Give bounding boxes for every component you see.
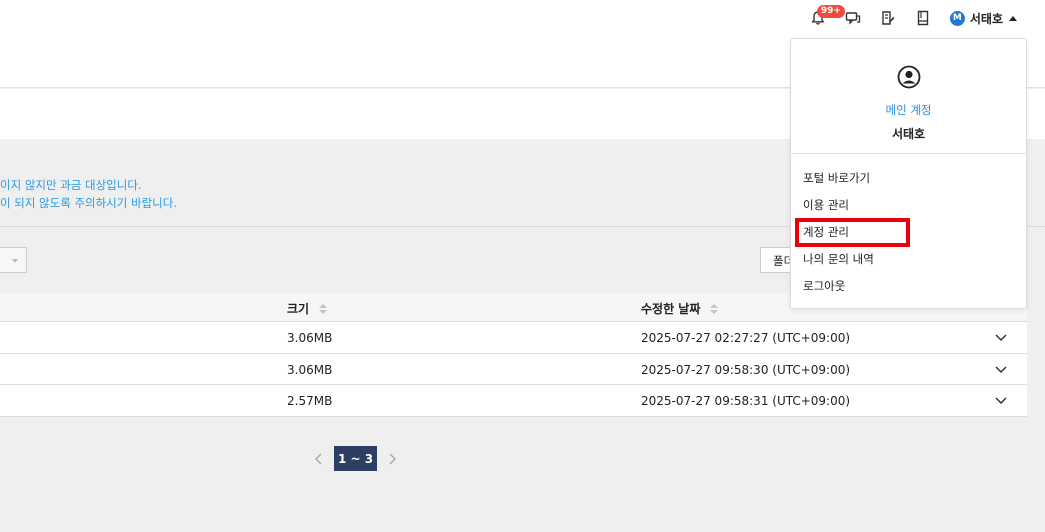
chevron-down-icon[interactable] xyxy=(995,395,1007,405)
header-actions: 99+ M 서태호 xyxy=(792,5,1017,28)
notice-line-1: 이지 않지만 과금 대상입니다. xyxy=(0,178,142,192)
chevron-down-icon[interactable] xyxy=(995,364,1007,374)
current-page[interactable]: 1 ~ 3 xyxy=(334,446,378,471)
table-row[interactable]: 2.57MB 2025-07-27 09:58:31 (UTC+09:00) xyxy=(0,385,1027,417)
row-size: 2.57MB xyxy=(287,394,333,408)
filter-select[interactable] xyxy=(0,247,27,273)
row-size: 3.06MB xyxy=(287,331,333,345)
user-dropdown: 메인 계정 서태호 포털 바로가기 이용 관리 계정 관리 나의 문의 내역 로… xyxy=(790,38,1027,309)
chevron-down-icon xyxy=(12,259,18,263)
sort-icon xyxy=(319,303,328,314)
column-modified[interactable]: 수정한 날짜 xyxy=(641,300,719,317)
user-circle-icon xyxy=(897,65,921,89)
table-row[interactable]: 3.06MB 2025-07-27 09:58:30 (UTC+09:00) xyxy=(0,353,1027,385)
row-size: 3.06MB xyxy=(287,362,333,377)
memo-icon[interactable] xyxy=(879,9,897,27)
user-menu-toggle[interactable]: M 서태호 xyxy=(949,10,1017,27)
menu-item-portal[interactable]: 포털 바로가기 xyxy=(803,170,870,186)
highlight-box xyxy=(795,218,910,247)
user-name: 서태호 xyxy=(969,11,1003,26)
file-table: 크기 수정한 날짜 3.06MB 2025-07-27 02:27:27 (UT… xyxy=(0,293,1027,417)
row-modified: 2025-07-27 02:27:27 (UTC+09:00) xyxy=(641,331,851,345)
user-profile-summary: 메인 계정 서태호 xyxy=(791,39,1026,154)
notice-line-2: 이 되지 않도록 주의하시기 바랍니다. xyxy=(0,196,177,210)
chevron-right-icon[interactable] xyxy=(385,452,399,466)
bell-icon[interactable]: 99+ xyxy=(809,5,845,27)
account-role: 메인 계정 xyxy=(885,103,932,117)
book-icon[interactable] xyxy=(914,9,932,27)
row-modified: 2025-07-27 09:58:31 (UTC+09:00) xyxy=(641,394,851,408)
billing-notice: 이지 않지만 과금 대상입니다. 이 되지 않도록 주의하시기 바랍니다. xyxy=(0,176,177,212)
account-name: 서태호 xyxy=(891,127,926,141)
caret-up-icon xyxy=(1009,15,1017,21)
chat-icon[interactable] xyxy=(844,9,862,27)
pagination: 1 ~ 3 xyxy=(312,446,399,471)
menu-item-logout[interactable]: 로그아웃 xyxy=(803,278,845,294)
table-row[interactable]: 3.06MB 2025-07-27 02:27:27 (UTC+09:00) xyxy=(0,322,1027,354)
chevron-down-icon[interactable] xyxy=(995,332,1007,342)
chevron-left-icon[interactable] xyxy=(312,452,326,466)
sort-icon xyxy=(710,303,719,314)
column-size[interactable]: 크기 xyxy=(287,300,328,317)
menu-item-usage[interactable]: 이용 관리 xyxy=(803,197,849,213)
user-avatar: M xyxy=(949,10,965,26)
row-modified: 2025-07-27 09:58:30 (UTC+09:00) xyxy=(641,362,851,377)
notification-badge: 99+ xyxy=(816,5,845,18)
menu-item-inquiries[interactable]: 나의 문의 내역 xyxy=(803,251,874,267)
